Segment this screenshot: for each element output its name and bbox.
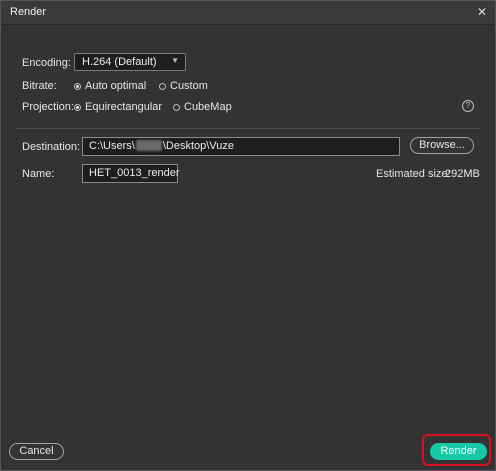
destination-input[interactable]: C:\Users\ \Desktop\Vuze <box>82 137 400 156</box>
bitrate-label: Bitrate: <box>22 80 57 92</box>
render-dialog: Render ✕ Encoding: H.264 (Default) ▼ Bit… <box>0 0 496 471</box>
radio-unselected-icon <box>173 104 180 111</box>
render-button[interactable]: Render <box>430 443 487 460</box>
chevron-down-icon: ▼ <box>171 56 179 65</box>
close-icon[interactable]: ✕ <box>475 5 489 19</box>
estimated-size-value: 292MB <box>445 168 480 180</box>
estimated-size-label: Estimated size: <box>376 168 451 180</box>
bitrate-auto-label: Auto optimal <box>85 80 147 92</box>
name-label: Name: <box>22 168 55 180</box>
dialog-title: Render <box>10 6 47 18</box>
redacted-username <box>135 140 162 151</box>
destination-path: C:\Users\ \Desktop\Vuze <box>89 140 234 152</box>
title-bar: Render ✕ <box>1 1 495 25</box>
projection-label: Projection: <box>22 101 74 113</box>
section-divider <box>15 128 481 129</box>
projection-equirectangular-label: Equirectangular <box>85 101 163 113</box>
projection-cubemap-label: CubeMap <box>184 101 232 113</box>
name-input[interactable]: HET_0013_render <box>82 164 180 183</box>
radio-selected-icon <box>74 104 81 111</box>
encoding-label: Encoding: <box>22 57 71 69</box>
encoding-value: H.264 (Default) <box>82 56 157 68</box>
name-value: HET_0013_render <box>89 167 180 179</box>
encoding-select[interactable]: H.264 (Default) ▼ <box>74 53 186 71</box>
radio-unselected-icon <box>159 83 166 90</box>
radio-selected-icon <box>74 83 81 90</box>
destination-label: Destination: <box>22 141 81 153</box>
bitrate-custom-label: Custom <box>170 80 208 92</box>
browse-button[interactable]: Browse... <box>410 137 474 154</box>
help-icon[interactable]: ? <box>462 100 474 112</box>
cancel-button[interactable]: Cancel <box>9 443 64 460</box>
